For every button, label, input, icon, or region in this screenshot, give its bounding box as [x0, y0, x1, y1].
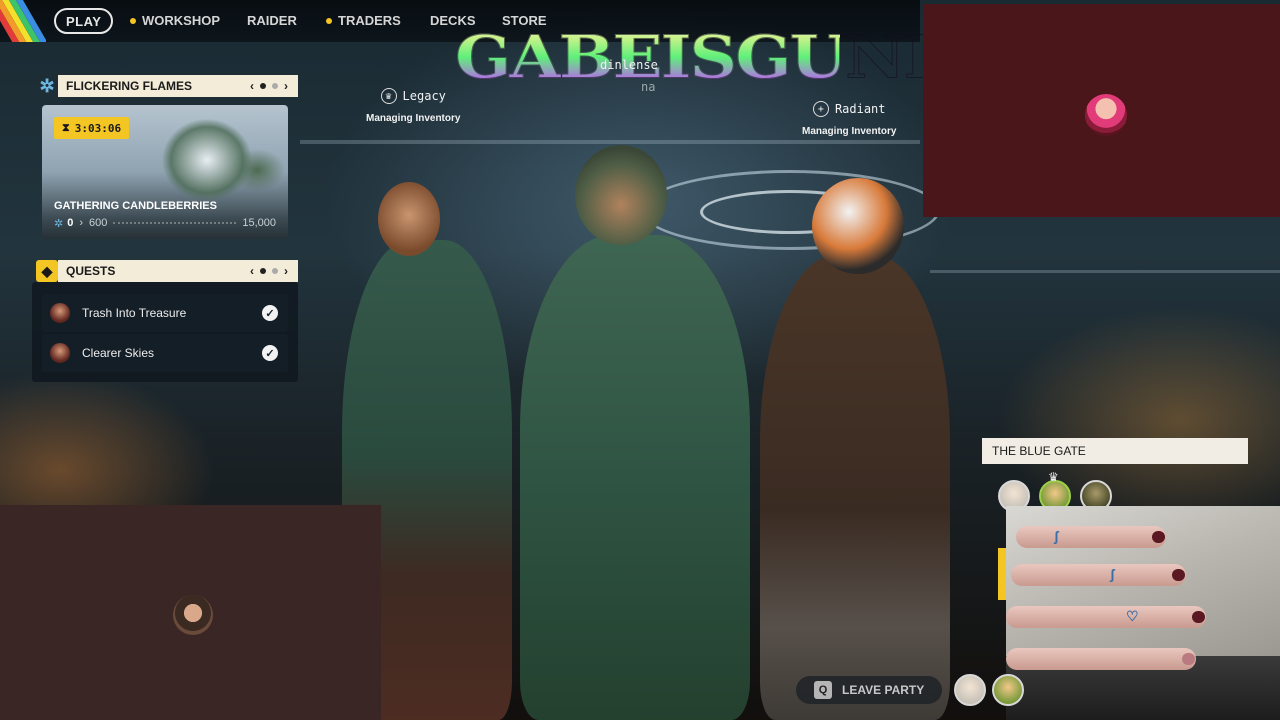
party-slot-highlight [998, 548, 1006, 600]
progress-current: 0 [67, 217, 74, 229]
leave-party-button[interactable]: Q LEAVE PARTY [796, 676, 942, 704]
event-card-title: GATHERING CANDLEBERRIES [54, 200, 217, 212]
map-name: THE BLUE GATE [992, 444, 1086, 458]
party-member-name: Legacy [402, 89, 446, 103]
overlay-text-fragment: dinlense [600, 58, 658, 72]
nav-traders[interactable]: TRADERS [326, 13, 401, 28]
hand-finger [1006, 606, 1206, 628]
quests-panel-header: ◆ QUESTS ‹ › [36, 260, 298, 282]
page-indicator-active [260, 83, 266, 89]
painted-nail [1172, 569, 1185, 581]
quest-giver-avatar [50, 303, 70, 323]
painted-nail [1182, 653, 1195, 665]
finger-tattoo: ʃ [1110, 566, 1115, 582]
plus-icon: + [812, 101, 829, 117]
event-title: FLICKERING FLAMES [66, 79, 192, 93]
raider-head-right [812, 178, 904, 274]
raider-head-left [378, 182, 440, 256]
party-member-status: Managing Inventory [366, 113, 461, 124]
page-indicator-active [260, 268, 266, 274]
hand-finger [1006, 648, 1196, 670]
party-member-radiant[interactable]: + Radiant Managing Inventory [802, 101, 896, 137]
event-pager: ‹ › [250, 75, 288, 97]
nav-workshop[interactable]: WORKSHOP [130, 13, 220, 28]
quest-giver-avatar [50, 343, 70, 363]
overlay-text-fragment: na [641, 80, 656, 94]
notification-dot-icon [326, 17, 332, 24]
gear-icon: ✲ [54, 217, 64, 230]
gear-icon: ✲ [39, 75, 55, 96]
progress-next: 600 [89, 217, 108, 229]
painted-nail [1192, 611, 1205, 623]
nav-raider-label: RAIDER [247, 13, 297, 28]
party-member-legacy[interactable]: ♛ Legacy Managing Inventory [366, 88, 460, 124]
nav-workshop-label: WORKSHOP [142, 13, 220, 28]
quest-diamond-icon: ◆ [36, 260, 58, 282]
party-portrait[interactable] [954, 674, 986, 706]
quests-title: QUESTS [66, 264, 116, 278]
event-progress: ✲ 0 › 600 15,000 [54, 216, 276, 230]
hanging-beam [300, 140, 920, 144]
event-card[interactable]: ⧗ 3:03:06 GATHERING CANDLEBERRIES ✲ 0 › … [42, 105, 288, 239]
nav-raider[interactable]: RAIDER [247, 13, 297, 28]
streamer-avatar [1085, 94, 1127, 136]
chevron-right-icon[interactable]: › [284, 264, 288, 278]
hourglass-icon: ⧗ [62, 121, 70, 134]
event-timer-value: 3:03:06 [74, 121, 122, 135]
quest-label: Clearer Skies [82, 346, 155, 360]
event-timer: ⧗ 3:03:06 [54, 117, 130, 139]
keybind-hint: Q [814, 681, 832, 699]
progress-track [113, 222, 237, 224]
crown-icon: ♛ [1048, 470, 1059, 484]
painted-nail [1152, 531, 1165, 543]
party-member-status: Managing Inventory [802, 126, 897, 137]
hanging-beam [930, 270, 1280, 273]
raider-character-right [760, 255, 950, 720]
chevron-right-icon[interactable]: › [284, 79, 288, 93]
party-portrait[interactable] [992, 674, 1024, 706]
notification-dot-icon [130, 17, 136, 24]
nav-traders-label: TRADERS [338, 13, 401, 28]
progress-max: 15,000 [242, 217, 276, 229]
chevron-left-icon[interactable]: ‹ [250, 264, 254, 278]
quest-item[interactable]: Clearer Skies ✓ [42, 334, 288, 372]
quest-list: Trash Into Treasure ✓ Clearer Skies ✓ [32, 282, 298, 382]
party-member-name: Radiant [834, 102, 886, 116]
map-panel-header[interactable]: THE BLUE GATE [982, 438, 1248, 464]
brand-stripes-logo [0, 0, 46, 42]
chevron-right-icon: › [79, 217, 84, 229]
finger-tattoo: ʃ [1054, 528, 1059, 544]
checkmark-icon: ✓ [262, 345, 278, 361]
page-indicator [272, 83, 278, 89]
quests-pager: ‹ › [250, 260, 288, 282]
webcam-overlay-top-right [923, 4, 1280, 217]
hand-finger [1011, 564, 1186, 586]
hand-finger [1016, 526, 1166, 548]
page-indicator [272, 268, 278, 274]
webcam-overlay-bottom-left [0, 505, 381, 720]
quest-label: Trash Into Treasure [82, 306, 187, 320]
chevron-left-icon[interactable]: ‹ [250, 79, 254, 93]
checkmark-icon: ✓ [262, 305, 278, 321]
event-panel-header: ✲ FLICKERING FLAMES ‹ › [39, 75, 298, 97]
raider-character-center [520, 235, 750, 720]
guest-avatar [173, 595, 213, 635]
quest-item[interactable]: Trash Into Treasure ✓ [42, 294, 288, 332]
finger-tattoo: ♡ [1126, 608, 1139, 624]
crown-icon: ♛ [380, 88, 397, 104]
nav-play-button[interactable]: PLAY [54, 8, 114, 34]
hand-camera-overlay: ʃ ʃ ♡ [1006, 506, 1280, 720]
raider-head-center [575, 145, 667, 245]
leave-party-label: LEAVE PARTY [842, 683, 925, 697]
